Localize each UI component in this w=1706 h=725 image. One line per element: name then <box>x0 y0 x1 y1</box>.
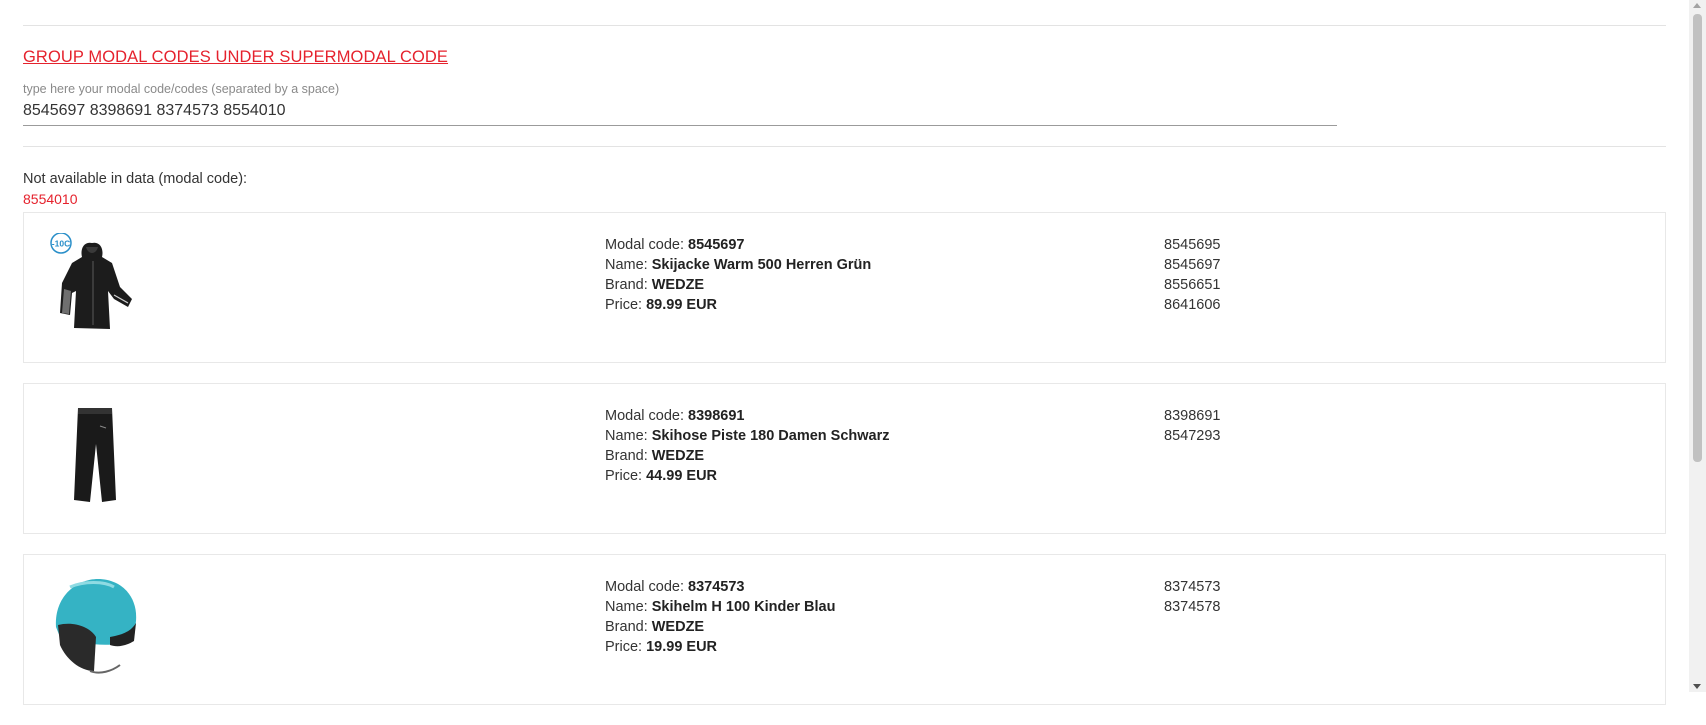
scroll-up-arrow-icon[interactable] <box>1693 3 1701 8</box>
grouped-code: 8545695 <box>1164 237 1221 253</box>
grouped-code: 8374578 <box>1164 599 1221 615</box>
brand-value: WEDZE <box>651 448 705 464</box>
modal-codes-input[interactable] <box>23 99 1337 126</box>
scroll-down-arrow-icon[interactable] <box>1693 684 1701 689</box>
price-row: Price: 44.99 EUR <box>605 468 718 484</box>
name-row: Name: Skijacke Warm 500 Herren Grün <box>605 257 872 273</box>
modal-codes-field: type here your modal code/codes (separat… <box>23 81 1337 126</box>
grouped-codes-list: 8398691 8547293 <box>1164 406 1220 446</box>
ski-jacket-icon: -10C <box>50 232 140 333</box>
grouped-code: 8641606 <box>1164 297 1221 313</box>
product-card: Modal code: 8398691 Name: Skihose Piste … <box>23 383 1666 534</box>
product-name: Skihelm H 100 Kinder Blau <box>651 599 836 615</box>
price-value: 19.99 EUR <box>646 639 718 655</box>
brand-value: WEDZE <box>651 619 705 635</box>
modal-code-value: 8545697 <box>688 237 745 253</box>
name-row: Name: Skihose Piste 180 Damen Schwarz <box>605 428 890 444</box>
brand-row: Brand: WEDZE <box>605 448 705 464</box>
price-row: Price: 19.99 EUR <box>605 639 718 655</box>
page-title-link[interactable]: GROUP MODAL CODES UNDER SUPERMODAL CODE <box>23 47 448 67</box>
not-available-code: 8554010 <box>23 191 78 207</box>
modal-codes-label: type here your modal code/codes (separat… <box>23 82 340 96</box>
page-content: GROUP MODAL CODES UNDER SUPERMODAL CODE … <box>23 0 1666 725</box>
product-card: -10C Modal code: 8545697 Name: Skijacke … <box>23 212 1666 363</box>
not-available-label: Not available in data (modal code): <box>23 171 248 187</box>
modal-code-value: 8398691 <box>688 408 745 424</box>
product-name: Skijacke Warm 500 Herren Grün <box>651 257 872 273</box>
temperature-badge: -10C <box>52 239 70 249</box>
product-info: Modal code: 8374573 Name: Skihelm H 100 … <box>605 577 835 657</box>
product-info: Modal code: 8545697 Name: Skijacke Warm … <box>605 235 871 315</box>
modal-code-row: Modal code: 8545697 <box>605 237 745 253</box>
modal-code-row: Modal code: 8398691 <box>605 408 745 424</box>
divider <box>23 146 1666 147</box>
price-value: 89.99 EUR <box>646 297 718 313</box>
grouped-code: 8374573 <box>1164 579 1221 595</box>
product-info: Modal code: 8398691 Name: Skihose Piste … <box>605 406 890 486</box>
divider <box>23 25 1666 26</box>
grouped-codes-list: 8374573 8374578 <box>1164 577 1220 617</box>
name-row: Name: Skihelm H 100 Kinder Blau <box>605 599 836 615</box>
grouped-code: 8545697 <box>1164 257 1221 273</box>
brand-row: Brand: WEDZE <box>605 619 705 635</box>
modal-code-value: 8374573 <box>688 579 745 595</box>
grouped-codes-list: 8545695 8545697 8556651 8641606 <box>1164 235 1220 315</box>
scrollbar-thumb[interactable] <box>1693 14 1702 462</box>
ski-helmet-icon <box>50 575 140 675</box>
vertical-scrollbar[interactable] <box>1689 0 1706 692</box>
product-name: Skihose Piste 180 Damen Schwarz <box>651 428 890 444</box>
price-row: Price: 89.99 EUR <box>605 297 718 313</box>
ski-pants-icon <box>50 404 140 504</box>
price-value: 44.99 EUR <box>646 468 718 484</box>
modal-code-row: Modal code: 8374573 <box>605 579 745 595</box>
brand-value: WEDZE <box>651 277 705 293</box>
product-card: Modal code: 8374573 Name: Skihelm H 100 … <box>23 554 1666 705</box>
grouped-code: 8556651 <box>1164 277 1221 293</box>
grouped-code: 8547293 <box>1164 428 1221 444</box>
brand-row: Brand: WEDZE <box>605 277 705 293</box>
grouped-code: 8398691 <box>1164 408 1221 424</box>
